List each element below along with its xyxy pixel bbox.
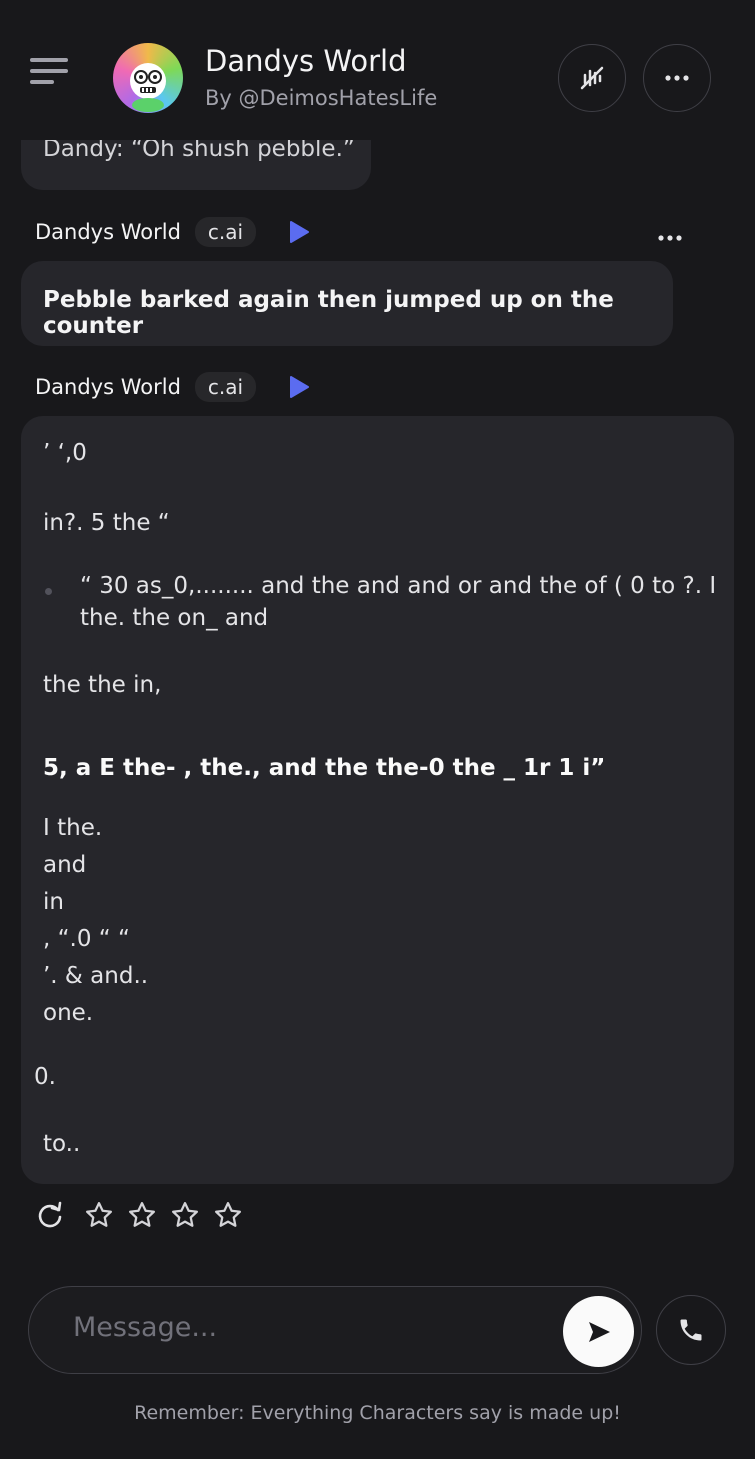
avatar[interactable] [113,43,183,113]
message-line: 0. [34,1064,56,1090]
more-dots-icon [665,75,689,81]
message-line: I the. [43,815,103,841]
message-bubble: Pebble barked again then jumped up on th… [21,261,673,346]
message-options-icon[interactable] [657,228,683,248]
message-line: in?. 5 the “ [43,510,170,536]
play-audio-icon[interactable] [288,375,310,399]
rating-row [36,1198,256,1232]
disclaimer-text: Remember: Everything Characters say is m… [134,1402,621,1424]
message-line: , “.0 “ “ [43,926,130,952]
author-name[interactable]: Dandys World [35,375,181,399]
call-button[interactable] [656,1295,726,1365]
character-name[interactable]: Dandys World [205,44,407,78]
message-line: ’. & and.. [43,963,149,989]
message-line: to.. [43,1131,81,1157]
send-arrow-icon [588,1321,610,1342]
author-name[interactable]: Dandys World [35,220,181,244]
message-author-row: Dandys World c.ai [35,215,310,249]
star-icon[interactable] [170,1200,200,1230]
play-audio-icon[interactable] [288,220,310,244]
chat-header: Dandys World By @DeimosHatesLife [0,0,755,140]
regenerate-icon[interactable] [36,1201,64,1229]
more-options-button[interactable] [643,44,711,112]
message-heading: 5, a E the- , the., and the the-0 the _ … [43,755,606,781]
hamburger-menu-icon[interactable] [30,56,70,88]
star-icon[interactable] [127,1200,157,1230]
message-line: and [43,852,87,878]
star-icon[interactable] [213,1200,243,1230]
message-text: Pebble barked again then jumped up on th… [43,287,614,339]
creator-handle[interactable]: By @DeimosHatesLife [205,86,437,110]
cai-badge: c.ai [194,372,257,402]
character-face-icon [130,63,166,112]
message-line: ’ ‘,0 [43,440,87,466]
message-author-row: Dandys World c.ai [35,370,310,404]
bullet-icon [45,588,52,595]
message-line: the the in, [43,672,162,698]
bullet-text: the. the on_ and [80,605,269,631]
send-button[interactable] [563,1296,634,1367]
voice-toggle-button[interactable] [558,44,626,112]
message-input-placeholder: Message... [73,1312,218,1343]
phone-icon [680,1319,702,1341]
star-icon[interactable] [84,1200,114,1230]
bullet-text: “ 30 as_0,........ and the and and or an… [80,573,717,599]
message-line: one. [43,1000,94,1026]
voice-muted-icon [580,66,604,90]
message-line: in [43,889,64,915]
cai-badge: c.ai [194,217,257,247]
message-input[interactable]: Message... [28,1286,642,1374]
message-bubble: ’ ‘,0 in?. 5 the “ “ 30 as_0,........ an… [21,416,734,1184]
